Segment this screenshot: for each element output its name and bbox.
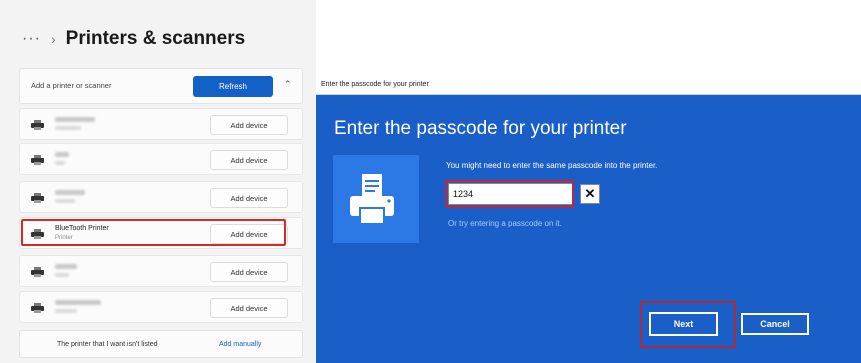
add-manually-link[interactable]: Add manually <box>219 341 261 348</box>
chevron-up-icon[interactable]: ⌃ <box>284 79 292 90</box>
add-device-button[interactable]: Add device <box>210 188 288 208</box>
printer-icon <box>31 193 44 203</box>
add-device-button[interactable]: Add device <box>210 262 288 282</box>
printer-not-listed-row: The printer that I want isn't listed Add… <box>19 330 303 358</box>
printer-icon <box>31 155 44 165</box>
clear-icon[interactable]: ✕ <box>580 184 600 204</box>
passcode-dialog: Enter the passcode for your printer Ente… <box>316 75 861 363</box>
screenshot-stage: ··· › Printers & scanners Add a printer … <box>0 0 861 363</box>
refresh-button[interactable]: Refresh <box>193 76 273 97</box>
blurred-device-status <box>55 309 77 313</box>
device-row: Add device <box>19 108 303 140</box>
printer-icon <box>31 120 44 130</box>
highlight-box <box>21 219 286 246</box>
dialog-heading: Enter the passcode for your printer <box>334 118 627 139</box>
chevron-right-icon: › <box>50 31 56 47</box>
add-device-button[interactable]: Add device <box>210 115 288 135</box>
breadcrumb: ··· › Printers & scanners <box>22 28 245 50</box>
device-row: Add device <box>19 255 303 287</box>
printer-tile <box>333 155 419 243</box>
cancel-button[interactable]: Cancel <box>741 313 809 335</box>
instruction-text: You might need to enter the same passcod… <box>446 161 658 170</box>
add-device-button[interactable]: Add device <box>210 298 288 318</box>
highlight-box <box>445 180 574 208</box>
blurred-device-name <box>55 152 69 157</box>
blurred-device-status <box>55 161 65 165</box>
printer-icon <box>350 174 394 225</box>
blurred-device-name <box>55 300 101 305</box>
printer-not-listed-text: The printer that I want isn't listed <box>57 341 158 348</box>
alternate-passcode-text: Or try entering a passcode on it. <box>448 219 562 228</box>
blurred-device-status <box>55 199 75 203</box>
add-printer-label: Add a printer or scanner <box>31 81 112 90</box>
blurred-device-name <box>55 117 95 122</box>
blurred-device-name <box>55 190 85 195</box>
blurred-device-status <box>55 126 81 130</box>
highlight-box <box>640 301 736 348</box>
printer-icon <box>31 267 44 277</box>
dialog-window-title: Enter the passcode for your printer <box>321 81 429 88</box>
settings-panel: ··· › Printers & scanners Add a printer … <box>0 0 316 363</box>
add-device-button[interactable]: Add device <box>210 150 288 170</box>
page-title: Printers & scanners <box>65 28 246 49</box>
device-row: Add device <box>19 291 303 323</box>
dialog-titlebar: Enter the passcode for your printer <box>316 75 861 95</box>
device-row: Add device <box>19 143 303 175</box>
add-printer-bar: Add a printer or scanner Refresh ⌃ <box>19 68 303 104</box>
printer-icon <box>31 303 44 313</box>
device-row: Add device <box>19 181 303 213</box>
blurred-device-name <box>55 264 77 269</box>
more-icon[interactable]: ··· <box>22 30 41 48</box>
blurred-device-status <box>55 273 69 277</box>
